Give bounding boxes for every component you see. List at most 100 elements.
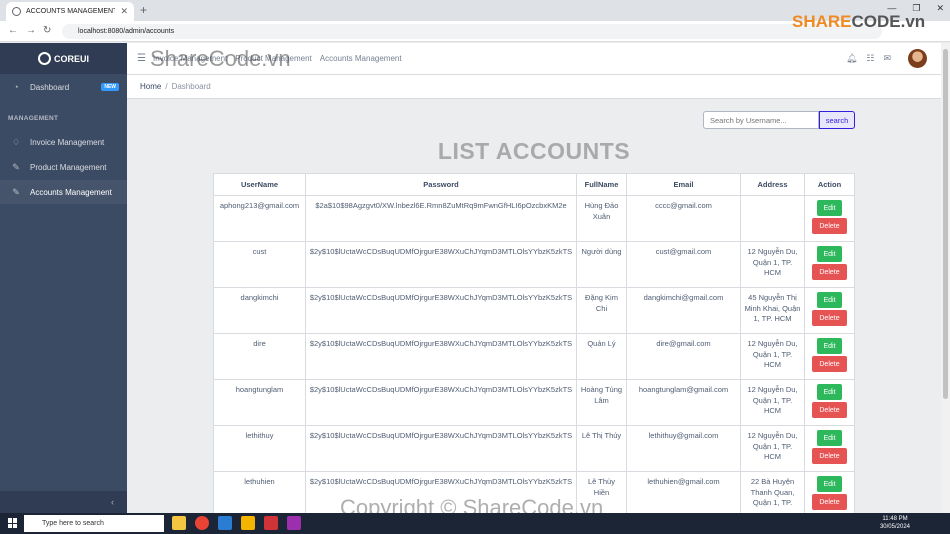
breadcrumb-current: Dashboard xyxy=(171,82,211,91)
page-scrollbar[interactable] xyxy=(941,43,950,513)
file-explorer-icon[interactable] xyxy=(172,516,186,530)
vscode-icon[interactable] xyxy=(218,516,232,530)
delete-button[interactable]: Delete xyxy=(812,448,847,464)
cell-password: $2y$10$lUctaWcCDsBuqUDMfOjrgurE38WXuChJY… xyxy=(305,241,577,288)
cell-password: $2y$10$lUctaWcCDsBuqUDMfOjrgurE38WXuChJY… xyxy=(305,425,577,472)
cell-username: aphong213@gmail.com xyxy=(213,195,306,242)
breadcrumb-separator: / xyxy=(165,82,168,91)
brand-name: COREUI xyxy=(53,53,89,64)
close-tab-icon[interactable]: ✕ xyxy=(120,6,128,17)
edit-button[interactable]: Edit xyxy=(817,384,842,400)
edit-button[interactable]: Edit xyxy=(817,338,842,354)
cell-username: dire xyxy=(213,333,306,380)
list-icon[interactable]: ☷ xyxy=(866,53,874,64)
clock-date: 30/05/2024 xyxy=(879,524,910,530)
hamburger-menu-icon[interactable]: ☰ xyxy=(137,53,146,64)
sidebar-item-accounts[interactable]: ✎ Accounts Management xyxy=(0,180,127,204)
cell-address: 12 Nguyễn Du, Quận 1, TP. HCM xyxy=(740,379,805,426)
app-icon[interactable] xyxy=(264,516,278,530)
edit-button[interactable]: Edit xyxy=(817,430,842,446)
page-title: LIST ACCOUNTS xyxy=(437,138,631,164)
windows-start-icon[interactable] xyxy=(8,518,18,528)
bell-icon[interactable]: 🔔︎ xyxy=(846,53,857,64)
cell-address: 12 Nguyễn Du, Quận 1, TP. HCM xyxy=(740,241,805,288)
sidebar-item-label: Accounts Management xyxy=(30,187,112,197)
avatar[interactable] xyxy=(908,49,927,68)
brand-logo[interactable]: COREUI xyxy=(0,43,127,74)
intellij-icon[interactable] xyxy=(287,516,301,530)
watermark-text: CODE.vn xyxy=(851,12,926,31)
table-row: aphong213@gmail.com $2a$10$98Agzgvt0/XW.… xyxy=(213,195,855,242)
edit-button[interactable]: Edit xyxy=(817,476,842,492)
scrollbar-thumb[interactable] xyxy=(943,49,948,399)
cell-address: 45 Nguyễn Thị Minh Khai, Quận 1, TP. HCM xyxy=(740,287,805,334)
edit-button[interactable]: Edit xyxy=(817,292,842,308)
delete-button[interactable]: Delete xyxy=(812,310,847,326)
chevron-left-icon: ‹ xyxy=(111,497,114,507)
delete-button[interactable]: Delete xyxy=(812,264,847,280)
cell-email: hoangtunglam@gmail.com xyxy=(626,379,741,426)
cell-address: 22 Bà Huyện Thanh Quan, Quận 1, TP. xyxy=(740,471,805,518)
table-row: dire $2y$10$lUctaWcCDsBuqUDMfOjrgurE38WX… xyxy=(213,333,855,380)
taskbar-apps xyxy=(172,516,301,530)
cell-username: cust xyxy=(213,241,306,288)
delete-button[interactable]: Delete xyxy=(812,402,847,418)
search-button[interactable]: search xyxy=(819,111,855,129)
clock-time: 11:48 PM xyxy=(882,516,908,522)
close-window-icon[interactable]: ✕ xyxy=(936,3,944,14)
browser-tab[interactable]: ACCOUNTS MANAGEMENT ✕ xyxy=(6,2,134,21)
cell-username: lethuhien xyxy=(213,471,306,518)
envelope-icon[interactable]: ✉ xyxy=(883,53,891,64)
sidebar-item-label: Invoice Management xyxy=(30,137,105,147)
cell-email: lethuhien@gmail.com xyxy=(626,471,741,518)
cell-username: lethithuy xyxy=(213,425,306,472)
cell-email: dire@gmail.com xyxy=(626,333,741,380)
delete-button[interactable]: Delete xyxy=(812,494,847,510)
delete-button[interactable]: Delete xyxy=(812,218,847,234)
sidebar-item-label: Product Management xyxy=(30,162,107,172)
cell-action: Edit Delete xyxy=(804,287,855,334)
url-input[interactable]: localhost:8080/admin/accounts xyxy=(62,24,882,39)
forward-icon[interactable]: → xyxy=(26,25,36,36)
app-icon[interactable] xyxy=(241,516,255,530)
taskbar-clock[interactable]: 11:48 PM 30/05/2024 xyxy=(880,515,910,531)
speedometer-icon: ◔ xyxy=(13,82,19,92)
column-header: Email xyxy=(626,173,741,196)
edit-button[interactable]: Edit xyxy=(817,246,842,262)
cell-email: dangkimchi@gmail.com xyxy=(626,287,741,334)
cell-fullname: Hùng Đảo Xuân xyxy=(576,195,627,242)
taskbar-search[interactable]: Type here to search xyxy=(24,515,164,532)
new-tab-icon[interactable]: + xyxy=(140,3,147,17)
new-badge: NEW xyxy=(101,83,119,91)
table-row: hoangtunglam $2y$10$lUctaWcCDsBuqUDMfOjr… xyxy=(213,379,855,426)
tab-title: ACCOUNTS MANAGEMENT xyxy=(26,8,116,15)
search-input[interactable] xyxy=(703,111,819,129)
sidebar-section-title: MANAGEMENT xyxy=(8,115,59,122)
breadcrumb: Home / Dashboard xyxy=(127,75,941,99)
cell-password: $2y$10$lUctaWcCDsBuqUDMfOjrgurE38WXuChJY… xyxy=(305,379,577,426)
header-link-accounts[interactable]: Accounts Management xyxy=(320,54,402,63)
cell-email: lethithuy@gmail.com xyxy=(626,425,741,472)
coreui-logo-icon xyxy=(37,52,51,65)
table-row: cust $2y$10$lUctaWcCDsBuqUDMfOjrgurE38WX… xyxy=(213,241,855,288)
back-icon[interactable]: ← xyxy=(8,25,18,36)
sidebar-item-product[interactable]: ✎ Product Management xyxy=(0,155,127,179)
chrome-icon[interactable] xyxy=(195,516,209,530)
sidebar-minimize-button[interactable]: ‹ xyxy=(0,491,127,513)
edit-button[interactable]: Edit xyxy=(817,200,842,216)
reload-icon[interactable]: ↻ xyxy=(43,25,51,36)
cell-email: cust@gmail.com xyxy=(626,241,741,288)
windows-taskbar: Type here to search 11:48 PM 30/05/2024 xyxy=(0,513,950,534)
pencil-icon: ✎ xyxy=(12,161,20,172)
search-form: search xyxy=(703,111,855,129)
sidebar-item-dashboard[interactable]: ◔ Dashboard NEW xyxy=(0,75,127,99)
table-header-row: UserName Password FullName Email Address… xyxy=(213,173,855,196)
cell-action: Edit Delete xyxy=(804,471,855,518)
table-row: dangkimchi $2y$10$lUctaWcCDsBuqUDMfOjrgu… xyxy=(213,287,855,334)
cell-action: Edit Delete xyxy=(804,241,855,288)
breadcrumb-home[interactable]: Home xyxy=(140,82,161,91)
cell-action: Edit Delete xyxy=(804,195,855,242)
sidebar-item-invoice[interactable]: ♢ Invoice Management xyxy=(0,130,127,154)
cell-password: $2y$10$lUctaWcCDsBuqUDMfOjrgurE38WXuChJY… xyxy=(305,333,577,380)
delete-button[interactable]: Delete xyxy=(812,356,847,372)
